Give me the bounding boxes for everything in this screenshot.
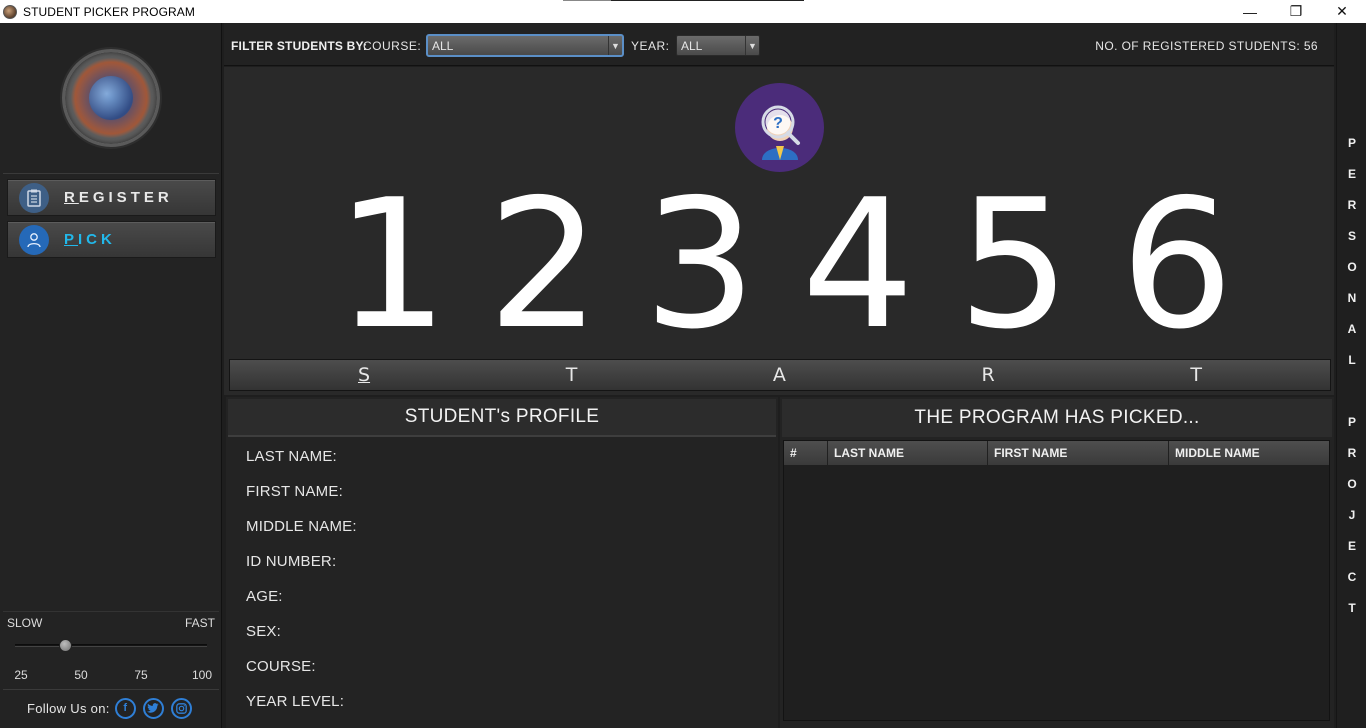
start-letter: T: [565, 364, 578, 386]
fast-label: FAST: [184, 616, 215, 630]
profile-field-label: YEAR LEVEL:: [246, 693, 345, 710]
picker-digit: 3: [643, 161, 757, 368]
student-profile-panel: STUDENT's PROFILE LAST NAME: FIRST NAME:…: [226, 397, 778, 728]
logo-panel: [3, 26, 219, 174]
speed-control: SLOW FAST 25 50 75 100: [3, 611, 219, 686]
picked-table[interactable]: # LAST NAME FIRST NAME MIDDLE NAME: [783, 440, 1330, 721]
profile-field-label: AGE:: [246, 588, 283, 605]
student-profile-header: STUDENT's PROFILE: [228, 399, 776, 437]
sidebar: REGISTER PICK SLOW FAST 25 50 75 100 Fol…: [0, 23, 222, 728]
picker-digit: 5: [957, 161, 1071, 368]
picker-panel: ? 1 2 3 4 5 6 S T A R T: [224, 67, 1334, 395]
year-filter-value: ALL: [681, 39, 703, 53]
start-button[interactable]: S T A R T: [229, 359, 1331, 391]
picker-digit: 4: [801, 161, 915, 368]
start-letter: A: [772, 364, 786, 386]
course-filter-select[interactable]: ALL ▼: [426, 34, 624, 57]
twitter-icon[interactable]: [142, 697, 164, 719]
picker-digit: 2: [487, 161, 601, 368]
profile-field-label: ID NUMBER:: [246, 553, 337, 570]
strip-letter: O: [1347, 477, 1357, 491]
register-button[interactable]: REGISTER: [7, 179, 216, 216]
search-person-icon: ?: [735, 83, 824, 172]
app-window: STUDENT PICKER PROGRAM — ❐ ✕ REGISTER PI…: [0, 0, 1366, 728]
title-tab-line-dark: [611, 0, 804, 1]
strip-letter: O: [1347, 260, 1357, 274]
strip-letter: L: [1348, 353, 1356, 367]
window-title: STUDENT PICKER PROGRAM: [23, 4, 195, 19]
picked-header: THE PROGRAM HAS PICKED...: [782, 399, 1332, 437]
strip-letter: T: [1348, 601, 1356, 615]
picked-table-header: # LAST NAME FIRST NAME MIDDLE NAME: [784, 441, 1329, 465]
speed-slider-thumb[interactable]: [59, 639, 73, 652]
strip-letter: E: [1347, 167, 1356, 181]
strip-letter: R: [1347, 198, 1357, 212]
registered-count: NO. OF REGISTERED STUDENTS: 56: [1095, 39, 1318, 53]
profile-field-label: SEX:: [246, 623, 281, 640]
speed-tick-label: 50: [74, 668, 88, 682]
chevron-down-icon[interactable]: ▼: [745, 36, 759, 55]
strip-letter: J: [1348, 508, 1356, 522]
minimize-button[interactable]: —: [1227, 0, 1273, 23]
follow-us-label: Follow Us on:: [27, 700, 110, 716]
restore-button[interactable]: ❐: [1273, 0, 1319, 23]
column-header[interactable]: #: [784, 441, 828, 465]
instagram-icon[interactable]: [170, 697, 192, 719]
picked-panel: THE PROGRAM HAS PICKED... # LAST NAME FI…: [780, 397, 1334, 728]
slow-label: SLOW: [7, 616, 43, 630]
picker-digit: 1: [335, 161, 449, 368]
speed-tick-label: 75: [134, 668, 148, 682]
start-letter: R: [981, 364, 995, 386]
course-filter-label: COURSE:: [363, 39, 422, 53]
year-filter-select[interactable]: ALL ▼: [676, 35, 760, 56]
student-profile-title: STUDENT's PROFILE: [404, 406, 600, 427]
strip-letter: A: [1347, 322, 1357, 336]
svg-text:?: ?: [773, 115, 783, 132]
profile-field-label: COURSE:: [246, 658, 316, 675]
picker-digit: 6: [1120, 161, 1234, 368]
speed-tick-label: 100: [191, 668, 213, 682]
close-button[interactable]: ✕: [1319, 0, 1365, 23]
column-header[interactable]: MIDDLE NAME: [1169, 441, 1329, 465]
profile-field-label: LAST NAME:: [246, 448, 337, 465]
strip-letter: S: [1347, 229, 1356, 243]
register-label: REGISTER: [64, 189, 173, 206]
filter-bar: FILTER STUDENTS BY: COURSE: ALL ▼ YEAR: …: [224, 23, 1334, 66]
follow-us-bar: Follow Us on: f: [3, 689, 219, 726]
facebook-icon[interactable]: f: [114, 697, 136, 719]
strip-letter: P: [1347, 136, 1356, 150]
column-header[interactable]: FIRST NAME: [988, 441, 1169, 465]
strip-letter: R: [1347, 446, 1357, 460]
start-letter: S: [358, 364, 371, 386]
strip-letter: P: [1347, 415, 1356, 429]
personal-project-strip: P E R S O N A L P R O J E C T: [1336, 23, 1366, 728]
profile-field-label: MIDDLE NAME:: [246, 518, 357, 535]
column-header[interactable]: LAST NAME: [828, 441, 988, 465]
strip-letter: N: [1347, 291, 1357, 305]
user-icon: [19, 224, 49, 255]
chevron-down-icon[interactable]: ▼: [608, 36, 622, 55]
picked-title: THE PROGRAM HAS PICKED...: [914, 407, 1200, 428]
strip-letter: E: [1347, 539, 1356, 553]
year-filter-label: YEAR:: [631, 39, 670, 53]
speed-tick-label: 25: [14, 668, 28, 682]
app-logo-icon: [3, 4, 17, 19]
college-seal-logo: [62, 48, 160, 147]
clipboard-icon: [19, 182, 49, 213]
profile-field-label: FIRST NAME:: [246, 483, 343, 500]
course-filter-value: ALL: [432, 39, 454, 53]
pick-label: PICK: [64, 231, 116, 248]
speed-slider-track[interactable]: [15, 644, 207, 647]
filter-title: FILTER STUDENTS BY:: [231, 39, 368, 53]
title-bar: STUDENT PICKER PROGRAM — ❐ ✕: [0, 0, 1366, 23]
pick-button[interactable]: PICK: [7, 221, 216, 258]
strip-letter: C: [1347, 570, 1357, 584]
start-letter: T: [1190, 364, 1202, 386]
